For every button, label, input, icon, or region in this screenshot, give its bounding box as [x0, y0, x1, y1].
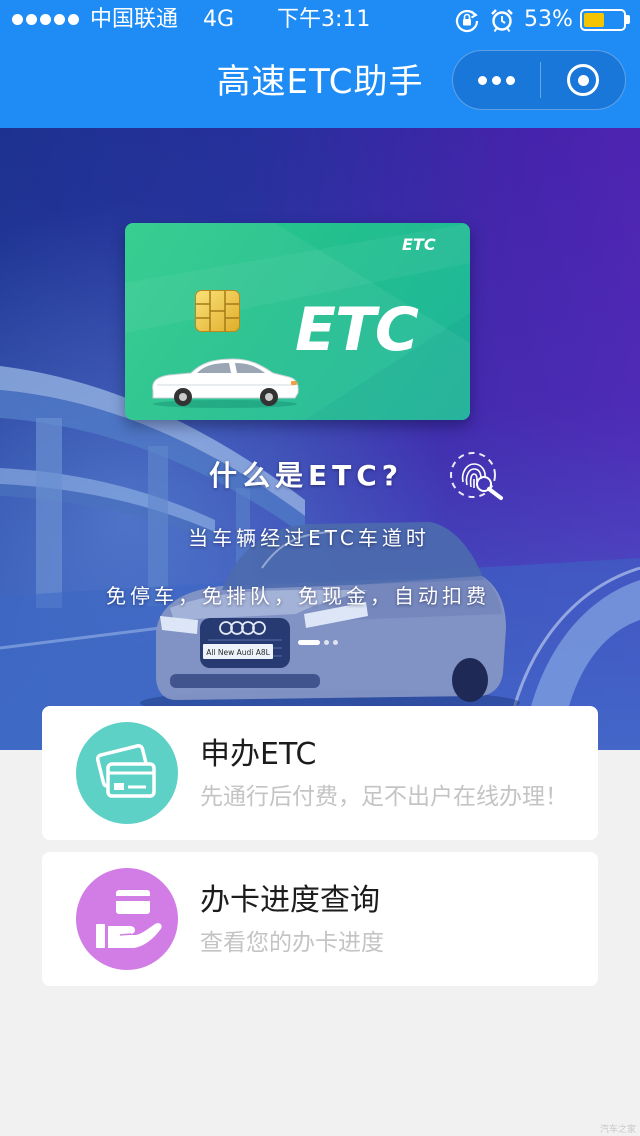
carousel-dot — [298, 640, 320, 645]
etc-card-illustration: ETC ETC — [125, 223, 470, 420]
rotation-lock-icon — [455, 9, 479, 33]
apply-etc-subtitle: 先通行后付费，足不出户在线办理！ — [200, 784, 568, 810]
exit-target-dot — [577, 74, 589, 86]
card-chip-icon — [195, 290, 240, 332]
carousel-dot — [324, 640, 329, 645]
signal-dot — [54, 14, 65, 25]
carousel-indicator — [298, 640, 338, 645]
more-icon — [478, 75, 487, 85]
banner-heading: 什么是ETC? — [208, 459, 404, 492]
banner-line-1: 当车辆经过ETC车道时 — [188, 526, 430, 550]
progress-query-title: 办卡进度查询 — [200, 883, 380, 918]
credit-cards-icon — [95, 744, 156, 798]
fingerprint-search-icon — [450, 452, 503, 500]
exit-target-icon — [567, 64, 599, 96]
more-button[interactable] — [453, 51, 540, 109]
exit-button[interactable] — [541, 51, 625, 109]
carrier-name: 中国联通 — [90, 7, 179, 32]
battery-icon — [580, 9, 626, 31]
signal-dot — [26, 14, 37, 25]
signal-dot — [12, 14, 23, 25]
white-car-icon — [152, 358, 299, 408]
top-bar: 中国联通 4G 下午3:11 53% 高速ETC助手 — [0, 0, 640, 128]
apply-etc-card[interactable]: 申办ETC 先通行后付费，足不出户在线办理！ — [42, 706, 598, 840]
signal-strength-icon — [12, 14, 79, 26]
apply-etc-title: 申办ETC — [200, 737, 317, 772]
progress-query-icon-circle — [76, 868, 178, 970]
hand-card-icon — [96, 890, 162, 948]
mini-program-capsule — [452, 50, 626, 110]
battery-percentage: 53% — [524, 7, 573, 32]
carousel-dot — [333, 640, 338, 645]
apply-etc-icon-circle — [76, 722, 178, 824]
alarm-icon — [491, 9, 513, 33]
clock-time: 下午3:11 — [277, 7, 371, 32]
network-type: 4G — [203, 7, 235, 32]
card-brand-large: ETC — [295, 295, 419, 365]
progress-query-subtitle: 查看您的办卡进度 — [200, 930, 384, 956]
banner-line-2: 免停车，免排队，免现金，自动扣费 — [106, 584, 490, 608]
watermark: 汽车之家 — [599, 1125, 636, 1135]
battery-level-fill — [584, 13, 605, 27]
license-plate-text: All New Audi A8L — [206, 648, 270, 657]
highway-background-illustration: All New Audi A8L — [0, 128, 640, 750]
more-icon-dot — [506, 75, 515, 85]
signal-dot — [68, 14, 79, 25]
battery-terminal — [626, 15, 630, 24]
more-icon-dot — [492, 75, 501, 85]
promo-banner-carousel[interactable]: All New Audi A8L ETC ETC 什么是ETC? 当车辆经过ET… — [0, 128, 640, 750]
card-brand-small: ETC — [402, 235, 436, 254]
card-progress-query-card[interactable]: 办卡进度查询 查看您的办卡进度 — [42, 852, 598, 986]
signal-dot — [40, 14, 51, 25]
